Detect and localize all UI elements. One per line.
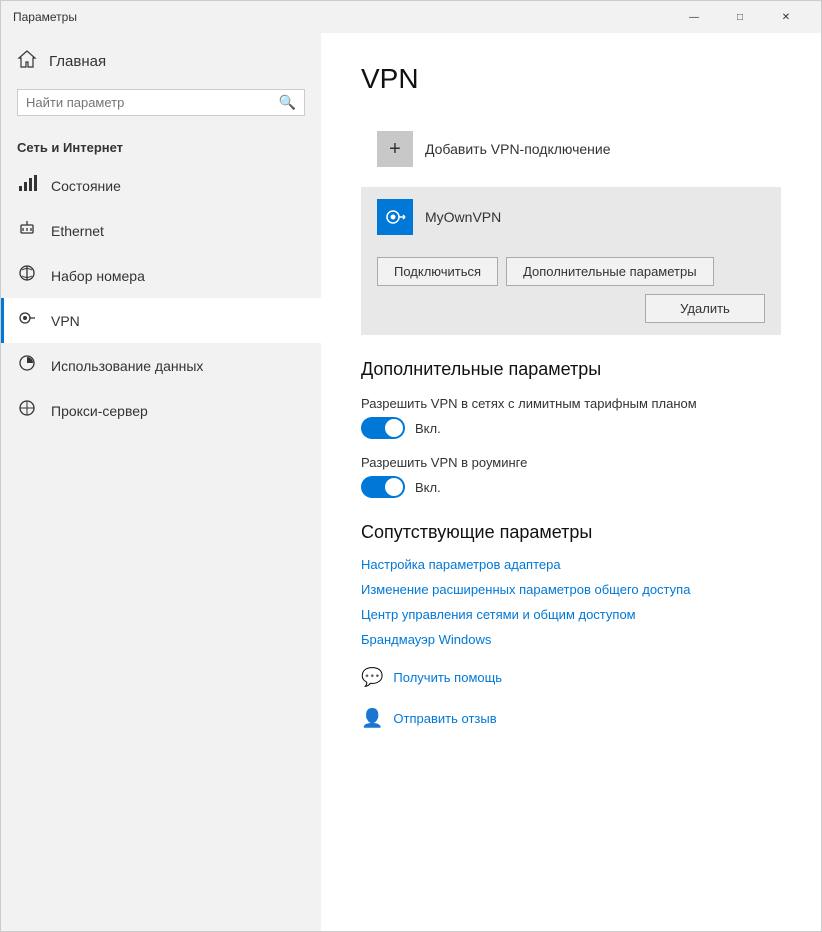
title-bar: Параметры — □ ✕	[1, 1, 821, 33]
toggle-row-roaming: Разрешить VPN в роуминге Вкл.	[361, 455, 781, 498]
vpn-sidebar-icon	[17, 308, 37, 333]
delete-button[interactable]: Удалить	[645, 294, 765, 323]
get-help-icon: 💬	[361, 667, 383, 688]
get-help-row: 💬 Получить помощь	[361, 667, 781, 688]
sidebar-item-dialup[interactable]: Набор номера	[1, 253, 321, 298]
sidebar-label-data-usage: Использование данных	[51, 358, 203, 374]
sidebar-item-proxy[interactable]: Прокси-сервер	[1, 388, 321, 433]
send-feedback-link[interactable]: Отправить отзыв	[393, 711, 496, 726]
sidebar: Главная 🔍 Сеть и Интернет	[1, 33, 321, 931]
toggle2[interactable]	[361, 476, 405, 498]
window-title: Параметры	[13, 10, 77, 24]
advanced-section-title: Дополнительные параметры	[361, 359, 781, 380]
ethernet-icon	[17, 218, 37, 243]
sidebar-label-proxy: Прокси-сервер	[51, 403, 148, 419]
sidebar-label-vpn: VPN	[51, 313, 80, 329]
search-icon: 🔍	[279, 94, 296, 111]
sidebar-item-ethernet[interactable]: Ethernet	[1, 208, 321, 253]
sidebar-label-ethernet: Ethernet	[51, 223, 104, 239]
related-link-2[interactable]: Изменение расширенных параметров общего …	[361, 582, 781, 597]
toggle2-wrap: Вкл.	[361, 476, 781, 498]
send-feedback-icon: 👤	[361, 708, 383, 729]
sidebar-section-title: Сеть и Интернет	[1, 132, 321, 163]
add-vpn-label: Добавить VPN-подключение	[425, 141, 611, 157]
main-content: VPN + Добавить VPN-подключение MyO	[321, 33, 821, 931]
home-label: Главная	[49, 53, 106, 70]
dialup-icon	[17, 263, 37, 288]
sidebar-item-home[interactable]: Главная	[1, 41, 321, 81]
toggle-row-metered: Разрешить VPN в сетях с лимитным тарифны…	[361, 396, 781, 439]
search-input[interactable]	[26, 95, 279, 110]
vpn-entry-name: MyOwnVPN	[425, 209, 765, 225]
sidebar-item-status[interactable]: Состояние	[1, 163, 321, 208]
search-container: 🔍	[17, 89, 305, 116]
page-title: VPN	[361, 63, 781, 95]
vpn-entry-icon	[377, 199, 413, 235]
related-link-4[interactable]: Брандмауэр Windows	[361, 632, 781, 647]
sidebar-label-status: Состояние	[51, 178, 121, 194]
toggle1-state: Вкл.	[415, 421, 441, 436]
related-link-1[interactable]: Настройка параметров адаптера	[361, 557, 781, 572]
related-section-title: Сопутствующие параметры	[361, 522, 781, 543]
vpn-entry[interactable]: MyOwnVPN	[361, 187, 781, 247]
connect-button[interactable]: Подключиться	[377, 257, 498, 286]
sidebar-item-data-usage[interactable]: Использование данных	[1, 343, 321, 388]
toggle2-state: Вкл.	[415, 480, 441, 495]
close-button[interactable]: ✕	[763, 1, 809, 33]
window-controls: — □ ✕	[671, 1, 809, 33]
sidebar-label-dialup: Набор номера	[51, 268, 145, 284]
content-area: Главная 🔍 Сеть и Интернет	[1, 33, 821, 931]
minimize-button[interactable]: —	[671, 1, 717, 33]
proxy-icon	[17, 398, 37, 423]
vpn-actions: Подключиться Дополнительные параметры Уд…	[361, 247, 781, 335]
toggle2-label: Разрешить VPN в роуминге	[361, 455, 781, 470]
data-usage-icon	[17, 353, 37, 378]
advanced-button[interactable]: Дополнительные параметры	[506, 257, 714, 286]
toggle1-label: Разрешить VPN в сетях с лимитным тарифны…	[361, 396, 781, 411]
status-icon	[17, 173, 37, 198]
main-window: Параметры — □ ✕ Главная 🔍	[0, 0, 822, 932]
home-icon	[17, 49, 37, 73]
toggle1-wrap: Вкл.	[361, 417, 781, 439]
toggle1[interactable]	[361, 417, 405, 439]
add-vpn-icon: +	[377, 131, 413, 167]
send-feedback-row: 👤 Отправить отзыв	[361, 708, 781, 729]
add-vpn-button[interactable]: + Добавить VPN-подключение	[361, 119, 781, 179]
maximize-button[interactable]: □	[717, 1, 763, 33]
get-help-link[interactable]: Получить помощь	[393, 670, 502, 685]
related-link-3[interactable]: Центр управления сетями и общим доступом	[361, 607, 781, 622]
sidebar-item-vpn[interactable]: VPN	[1, 298, 321, 343]
